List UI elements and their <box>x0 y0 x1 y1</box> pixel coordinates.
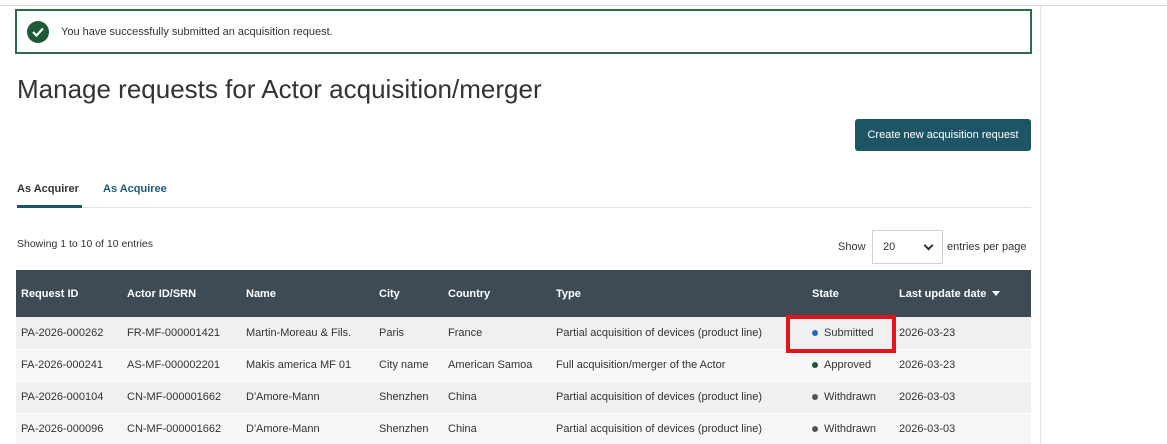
cell-request-id: PA-2026-000096 <box>16 413 122 444</box>
cell-last-update: 2026-03-03 <box>894 381 1031 414</box>
per-page-label: entries per page <box>947 241 1027 253</box>
cell-type: Partial acquisition of devices (product … <box>551 413 807 444</box>
cell-actor-id: CN-MF-000001662 <box>122 381 241 414</box>
cell-country: China <box>443 381 551 414</box>
table-row[interactable]: PA-2026-000262 FR-MF-000001421 Martin-Mo… <box>16 317 1031 350</box>
table-row[interactable]: PA-2026-000104 CN-MF-000001662 D'Amore-M… <box>16 381 1031 414</box>
state-label: Submitted <box>824 326 874 339</box>
cell-state: Withdrawn <box>807 381 894 414</box>
cell-name: D'Amore-Mann <box>241 381 374 414</box>
state-dot-icon <box>812 329 818 336</box>
state-dot-icon <box>812 394 818 400</box>
header-last-update-date[interactable]: Last update date <box>894 270 1031 317</box>
table-row[interactable]: FA-2026-000241 AS-MF-000002201 Makis ame… <box>16 349 1031 382</box>
cell-state: Submitted <box>807 317 894 350</box>
cell-request-id: PA-2026-000262 <box>16 317 122 350</box>
header-type[interactable]: Type <box>551 270 807 317</box>
table-row[interactable]: PA-2026-000096 CN-MF-000001662 D'Amore-M… <box>16 413 1031 444</box>
header-state[interactable]: State <box>807 270 894 317</box>
requests-table: Request ID Actor ID/SRN Name City Countr… <box>16 270 1031 444</box>
tab-as-acquirer[interactable]: As Acquirer <box>17 183 82 208</box>
header-last-update-label: Last update date <box>899 287 987 300</box>
cell-actor-id: CN-MF-000001662 <box>122 413 241 444</box>
header-name[interactable]: Name <box>241 270 374 317</box>
cell-type: Partial acquisition of devices (product … <box>551 317 807 350</box>
sort-desc-icon <box>992 291 1001 297</box>
cell-city: Paris <box>374 317 443 350</box>
entries-info: Showing 1 to 10 of 10 entries <box>17 238 154 250</box>
cell-last-update: 2026-03-03 <box>894 413 1031 444</box>
header-actor-id[interactable]: Actor ID/SRN <box>122 270 241 317</box>
chevron-down-icon <box>923 240 934 250</box>
create-acquisition-request-button[interactable]: Create new acquisition request <box>855 119 1031 151</box>
cell-name: D'Amore-Mann <box>241 413 374 444</box>
cell-city: City name <box>374 349 443 382</box>
page-title: Manage requests for Actor acquisition/me… <box>17 74 542 104</box>
cell-actor-id: FR-MF-000001421 <box>122 317 241 350</box>
cell-last-update: 2026-03-23 <box>894 349 1031 382</box>
alert-message: You have successfully submitted an acqui… <box>61 25 333 38</box>
page-size-select[interactable]: 20 <box>872 230 943 264</box>
cell-city: Shenzhen <box>374 413 443 444</box>
cell-state: Withdrawn <box>807 413 894 444</box>
cell-request-id: PA-2026-000104 <box>16 381 122 414</box>
cell-request-id: FA-2026-000241 <box>16 349 122 382</box>
cell-actor-id: AS-MF-000002201 <box>122 349 241 382</box>
state-label: Withdrawn <box>824 391 876 403</box>
state-label: Approved <box>824 359 872 371</box>
cell-country: France <box>443 317 551 350</box>
page-size-value: 20 <box>883 241 896 253</box>
header-country[interactable]: Country <box>443 270 551 317</box>
tab-bar: As Acquirer As Acquiree <box>17 174 1031 208</box>
show-label: Show <box>838 241 866 253</box>
cell-last-update: 2026-03-23 <box>894 317 1031 350</box>
success-alert: You have successfully submitted an acqui… <box>15 9 1032 54</box>
top-divider <box>0 5 1167 6</box>
cell-country: China <box>443 413 551 444</box>
state-dot-icon <box>812 362 818 368</box>
cell-name: Martin-Moreau & Fils. <box>241 317 374 350</box>
state-dot-icon <box>812 426 818 432</box>
cell-name: Makis america MF 01 <box>241 349 374 382</box>
right-divider <box>1040 5 1041 444</box>
cell-type: Partial acquisition of devices (product … <box>551 381 807 414</box>
cell-country: American Samoa <box>443 349 551 382</box>
cell-state: Approved <box>807 349 894 382</box>
tab-as-acquiree[interactable]: As Acquiree <box>103 183 167 205</box>
cell-city: Shenzhen <box>374 381 443 414</box>
table-header-row: Request ID Actor ID/SRN Name City Countr… <box>16 270 1031 317</box>
state-label: Withdrawn <box>824 423 876 435</box>
cell-type: Full acquisition/merger of the Actor <box>551 349 807 382</box>
check-circle-icon <box>27 20 49 43</box>
header-city[interactable]: City <box>374 270 443 317</box>
header-request-id[interactable]: Request ID <box>16 270 122 317</box>
